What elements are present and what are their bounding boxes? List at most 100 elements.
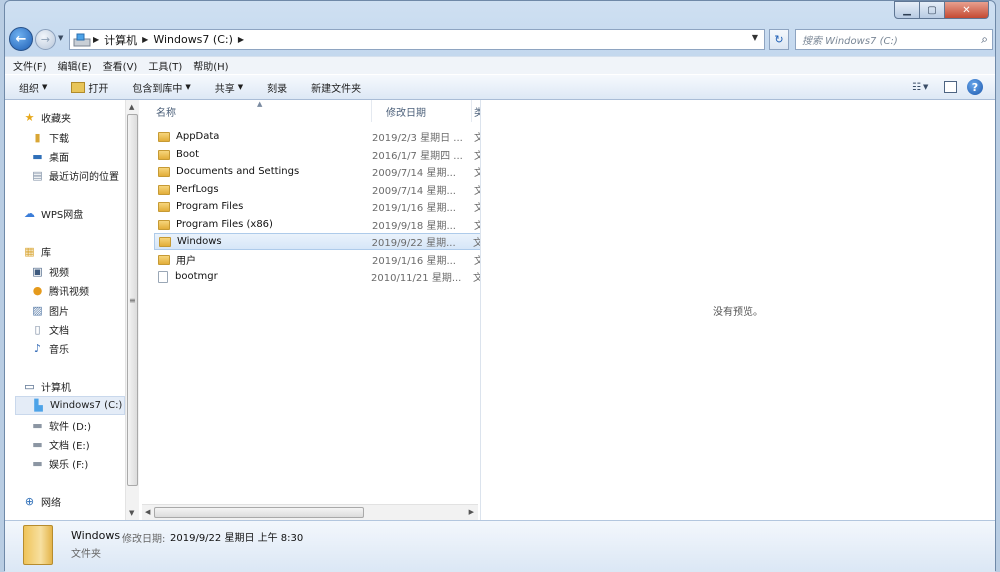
details-type: 文件夹 (71, 549, 101, 560)
breadcrumb-computer[interactable]: 计算机 (104, 32, 137, 48)
nav-item-music[interactable]: ♪ 音乐 (31, 341, 69, 356)
details-name: Windows (71, 529, 121, 542)
file-name: Windows (176, 236, 222, 247)
nav-item-tencent-video[interactable]: ● 腾讯视频 (31, 283, 89, 298)
nav-item-documents[interactable]: ▯ 文档 (31, 322, 69, 337)
breadcrumb-separator-icon[interactable]: ▶ (93, 35, 99, 44)
menu-help[interactable]: 帮助(H) (193, 58, 228, 73)
share-button[interactable]: 共享 ▼ (215, 80, 243, 95)
nav-item-label: 文档 (49, 326, 69, 337)
nav-item-drive-c[interactable]: ▙ Windows7 (C:) (15, 396, 125, 415)
video-icon: ▣ (32, 264, 43, 278)
file-date: 2019/1/16 星期... (372, 256, 456, 267)
folder-icon (158, 131, 170, 142)
nav-item-label: 视频 (49, 268, 69, 279)
nav-item-desktop[interactable]: ▬ 桌面 (31, 149, 69, 164)
file-row-selected[interactable]: Windows 2019/9/22 星期... 文 (154, 233, 484, 250)
file-row[interactable]: Boot 2016/1/7 星期四 ... 文 (154, 146, 484, 163)
search-icon[interactable]: ⌕ (981, 32, 988, 47)
burn-button[interactable]: 刻录 (267, 80, 287, 95)
organize-label: 组织 (19, 83, 39, 95)
file-row[interactable]: Program Files 2019/1/16 星期... 文 (154, 198, 484, 215)
scroll-right-icon[interactable]: ▶ (469, 508, 474, 516)
hard-drive-icon: ▬ (32, 418, 43, 432)
close-button[interactable]: ✕ (945, 1, 989, 19)
nav-favorites[interactable]: ★ 收藏夹 (23, 110, 71, 125)
nav-item-drive-d[interactable]: ▬ 软件 (D:) (31, 418, 91, 433)
nav-item-pictures[interactable]: ▨ 图片 (31, 303, 69, 318)
preview-pane-icon[interactable] (944, 81, 957, 93)
file-date: 2009/7/14 星期... (372, 168, 456, 179)
recent-pages-chevron-icon[interactable]: ▼ (58, 34, 63, 42)
file-date: 2019/1/16 星期... (372, 203, 456, 214)
file-row[interactable]: 用户 2019/1/16 星期... 文 (154, 251, 484, 268)
menu-file[interactable]: 文件(F) (13, 58, 47, 73)
scroll-left-icon[interactable]: ◀ (145, 508, 150, 516)
address-bar[interactable]: ▶ 计算机 ▶ Windows7 (C:) ▶ ▼ (69, 29, 765, 50)
nav-item-downloads[interactable]: ▮ 下载 (31, 130, 69, 145)
nav-scrollbar[interactable]: ▲ ≡ ▼ (125, 100, 139, 520)
nav-wps-cloud[interactable]: ☁ WPS网盘 (23, 206, 83, 221)
column-header-name[interactable]: 名称 ▲ (142, 100, 372, 122)
file-row[interactable]: AppData 2019/2/3 星期日 ... 文 (154, 128, 484, 145)
nav-item-drive-e[interactable]: ▬ 文档 (E:) (31, 437, 89, 452)
nav-computer[interactable]: ▭ 计算机 (23, 379, 71, 394)
include-in-library-button[interactable]: 包含到库中 ▼ (132, 80, 190, 95)
nav-item-label: 娱乐 (F:) (49, 460, 89, 471)
scroll-up-icon[interactable]: ▲ (129, 103, 134, 111)
breadcrumb-separator-icon[interactable]: ▶ (142, 35, 148, 44)
share-label: 共享 (214, 83, 235, 95)
nav-computer-label: 计算机 (41, 383, 71, 394)
nav-item-label: 腾讯视频 (49, 287, 89, 298)
folder-icon (158, 149, 170, 160)
nav-item-recent[interactable]: ▤ 最近访问的位置 (31, 168, 119, 183)
file-date: 2019/9/22 星期... (371, 238, 456, 249)
address-dropdown-icon[interactable]: ▼ (752, 33, 758, 42)
file-name: AppData (176, 131, 220, 142)
file-row[interactable]: bootmgr 2010/11/21 星期... 文 (154, 268, 484, 285)
forward-arrow-icon[interactable]: → (35, 29, 56, 50)
help-icon[interactable]: ? (967, 79, 983, 95)
nav-network-label: 网络 (41, 498, 61, 509)
preview-message: 没有预览。 (713, 306, 763, 318)
search-input[interactable]: 搜索 Windows7 (C:) ⌕ (795, 29, 993, 50)
nav-item-videos[interactable]: ▣ 视频 (31, 264, 69, 279)
pictures-icon: ▨ (32, 303, 43, 317)
column-header-date[interactable]: 修改日期 (372, 100, 472, 122)
scroll-down-icon[interactable]: ▼ (129, 509, 134, 517)
include-label: 包含到库中 (132, 83, 183, 95)
nav-item-drive-f[interactable]: ▬ 娱乐 (F:) (31, 456, 88, 471)
file-list: 名称 ▲ 修改日期 类 AppData 2019/2/3 星期日 ... 文 Boot… (142, 100, 484, 520)
folder-icon (159, 236, 171, 247)
file-row[interactable]: PerfLogs 2009/7/14 星期... 文 (154, 181, 484, 198)
menu-edit[interactable]: 编辑(E) (58, 58, 92, 73)
nav-network[interactable]: ⊕ 网络 (23, 494, 61, 509)
refresh-icon[interactable]: ↻ (769, 29, 789, 50)
file-row[interactable]: Documents and Settings 2009/7/14 星期... 文 (154, 163, 484, 180)
file-name: bootmgr (175, 271, 218, 282)
folder-icon (23, 525, 53, 565)
file-row[interactable]: Program Files (x86) 2019/9/18 星期... 文 (154, 216, 484, 233)
menu-view[interactable]: 查看(V) (103, 58, 138, 73)
menu-tools[interactable]: 工具(T) (148, 58, 182, 73)
new-folder-button[interactable]: 新建文件夹 (311, 80, 361, 95)
folder-icon (158, 201, 170, 212)
nav-libraries[interactable]: ▦ 库 (23, 244, 51, 259)
network-icon: ⊕ (24, 494, 35, 508)
details-modified-date: 2019/9/22 星期日 上午 8:30 (170, 533, 304, 544)
hscroll-thumb[interactable] (154, 507, 364, 518)
sort-indicator-icon: ▲ (257, 100, 263, 108)
back-arrow-icon[interactable]: ← (9, 27, 33, 51)
file-date: 2019/2/3 星期日 ... (372, 133, 463, 144)
organize-button[interactable]: 组织 ▼ (19, 80, 47, 95)
file-date: 2010/11/21 星期... (371, 273, 462, 284)
maximize-button[interactable]: ▢ (920, 1, 945, 19)
hard-drive-icon: ▬ (32, 437, 43, 451)
breadcrumb-drive-c[interactable]: Windows7 (C:) (153, 33, 233, 46)
hard-drive-icon: ▬ (32, 456, 43, 470)
open-button[interactable]: 打开 (71, 80, 108, 95)
breadcrumb-separator-icon[interactable]: ▶ (238, 35, 244, 44)
file-list-hscrollbar[interactable]: ◀ ▶ (142, 504, 478, 520)
view-options-icon[interactable]: ☷ ▼ (912, 79, 934, 95)
minimize-button[interactable]: ▁ (894, 1, 920, 19)
